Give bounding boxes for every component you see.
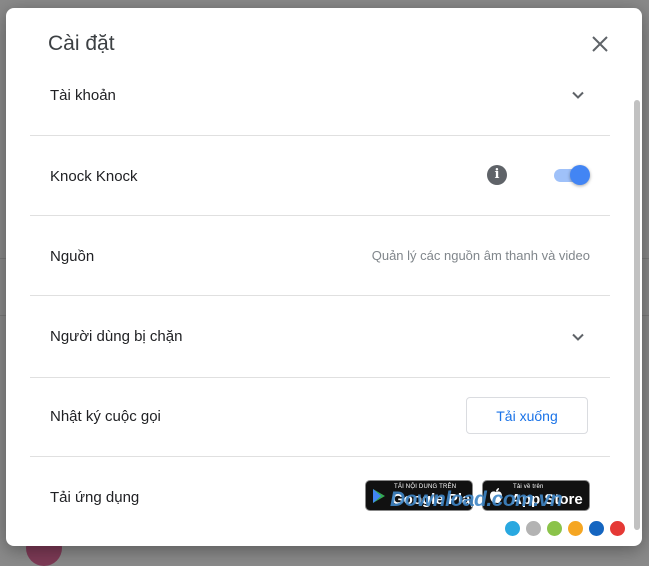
blocked-users-label: Người dùng bị chặn	[50, 328, 183, 345]
settings-row-knock-knock: Knock Knock i	[30, 136, 610, 216]
account-label: Tài khoản	[50, 87, 116, 104]
get-apps-label: Tải ứng dụng	[50, 489, 140, 506]
toggle-knob	[570, 165, 590, 185]
settings-row-sources: Nguồn Quản lý các nguồn âm thanh và vide…	[30, 216, 610, 296]
call-log-label: Nhật ký cuộc gọi	[50, 408, 161, 425]
chevron-down-icon[interactable]	[569, 86, 587, 104]
watermark-text: Download.com.vn	[390, 488, 563, 511]
dialog-title: Cài đặt	[48, 32, 115, 55]
settings-row-call-log: Nhật ký cuộc gọi Tải xuống	[30, 378, 610, 457]
sources-label: Nguồn	[50, 248, 95, 265]
manage-sources-link[interactable]: Quản lý các nguồn âm thanh và video	[372, 248, 590, 263]
watermark-dot	[610, 521, 625, 536]
settings-dialog: Cài đặt Tài khoản Knock Knock i Nguồn Qu…	[6, 8, 642, 546]
google-play-icon	[373, 489, 385, 503]
watermark-dot	[547, 521, 562, 536]
watermark-dot	[526, 521, 541, 536]
watermark-dot	[589, 521, 604, 536]
settings-row-blocked-users[interactable]: Người dùng bị chặn	[30, 296, 610, 378]
watermark-dot	[568, 521, 583, 536]
download-button[interactable]: Tải xuống	[466, 397, 588, 434]
chevron-down-icon[interactable]	[569, 328, 587, 346]
settings-row-account[interactable]: Tài khoản	[30, 71, 610, 136]
watermark-dot	[505, 521, 520, 536]
scrollbar[interactable]	[634, 100, 640, 530]
watermark-dots	[505, 521, 631, 537]
info-icon[interactable]: i	[487, 165, 507, 185]
knock-knock-label: Knock Knock	[50, 168, 138, 185]
knock-knock-toggle[interactable]	[552, 164, 590, 186]
close-icon[interactable]	[588, 32, 612, 56]
